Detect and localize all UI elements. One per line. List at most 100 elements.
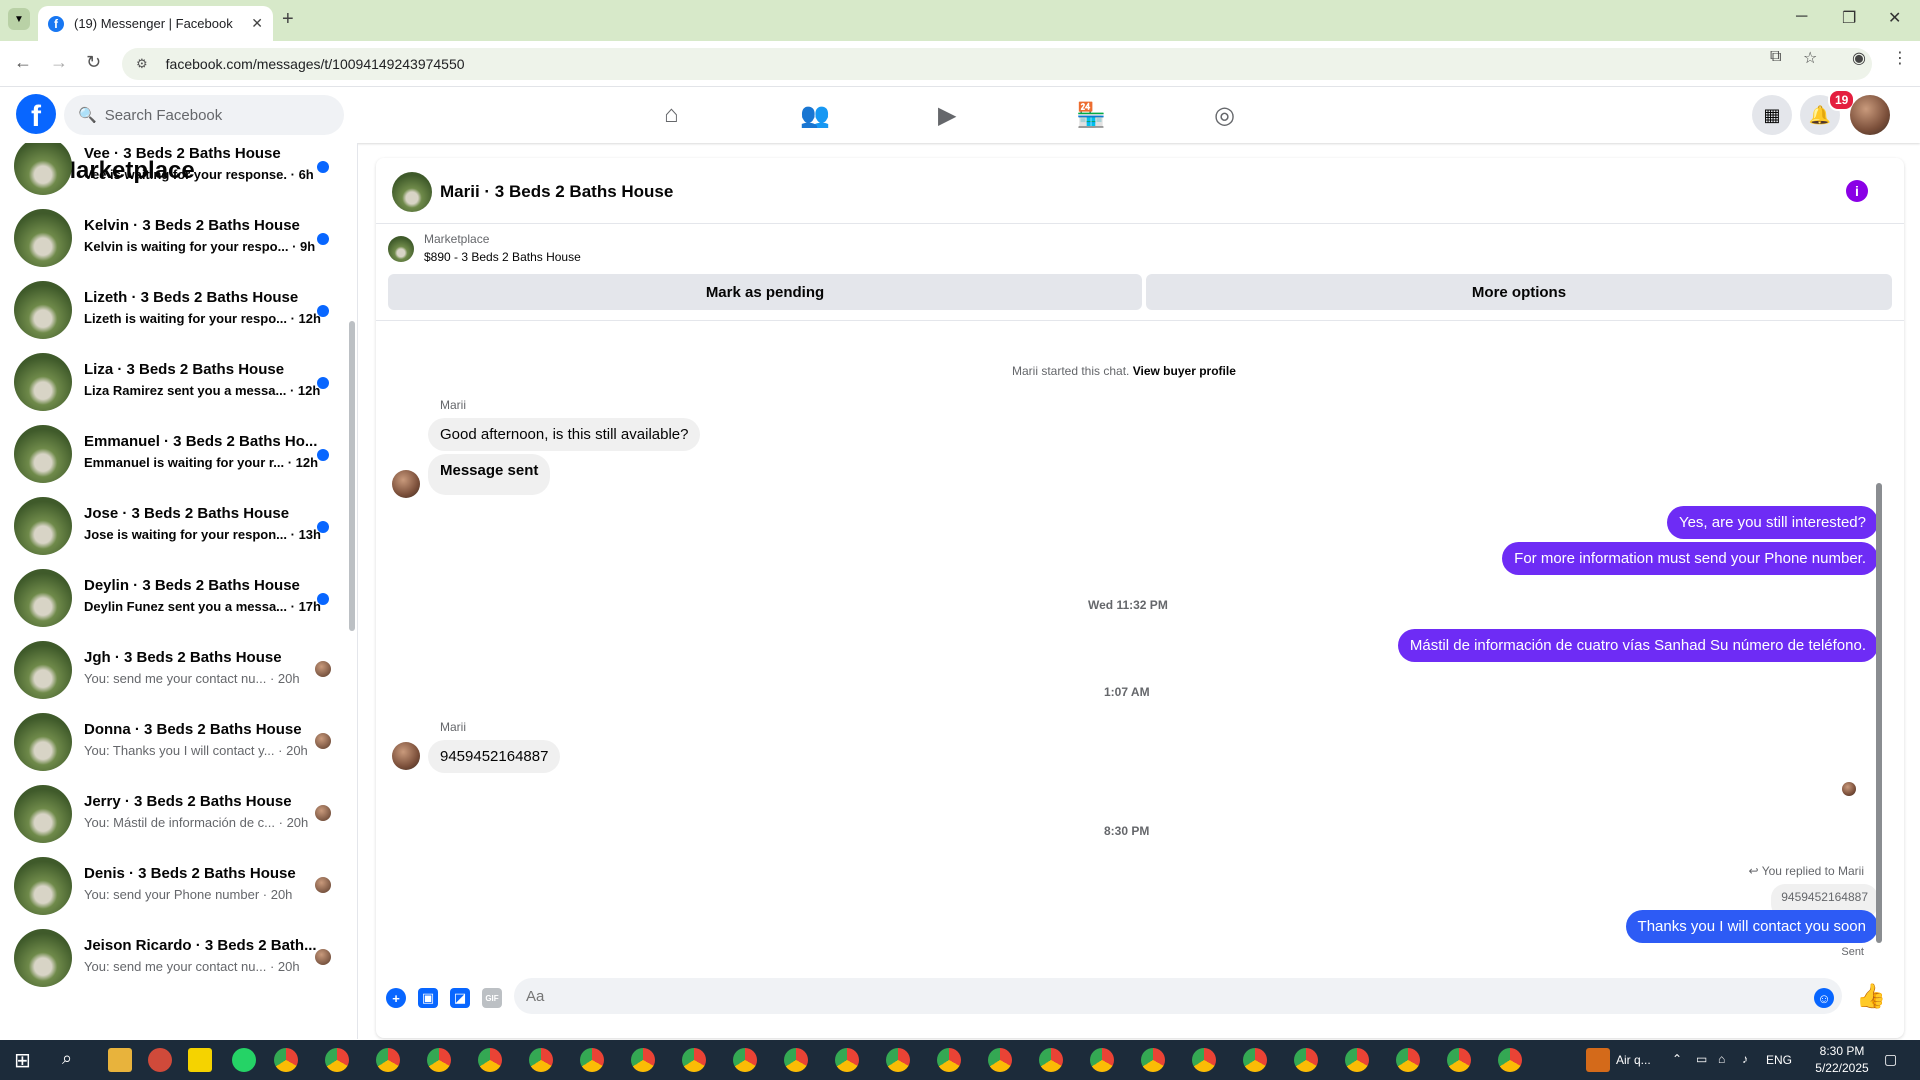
conversation-item[interactable]: Lizeth · 3 Beds 2 Baths House Lizeth is w… <box>14 275 334 347</box>
chrome-taskbar-icon[interactable] <box>1141 1048 1165 1072</box>
menu-dots-icon[interactable]: ⋮ <box>1892 48 1908 68</box>
sticky-notes-icon[interactable] <box>188 1048 212 1072</box>
chrome-taskbar-icon[interactable] <box>1345 1048 1369 1072</box>
gif-icon[interactable]: GIF <box>482 988 502 1008</box>
thumbs-up-icon[interactable]: 👍 <box>1856 982 1886 1011</box>
mark-as-pending-button[interactable]: Mark as pending <box>388 274 1142 310</box>
message-in[interactable]: Message sent <box>428 454 551 495</box>
close-tab-icon[interactable]: ✕ <box>251 15 263 32</box>
tray-network-icon[interactable]: ⌂ <box>1718 1052 1725 1066</box>
tab-search-icon[interactable]: ▼ <box>8 8 30 30</box>
message-input[interactable] <box>514 978 1842 1014</box>
message-out[interactable]: Yes, are you still interested? <box>1666 506 1878 539</box>
scrollbar[interactable] <box>349 321 355 631</box>
chrome-taskbar-icon[interactable] <box>325 1048 349 1072</box>
weather-label[interactable]: Air q... <box>1616 1053 1651 1067</box>
plus-icon[interactable]: + <box>386 988 406 1008</box>
image-icon[interactable]: ▣ <box>418 988 438 1008</box>
weather-icon[interactable] <box>1586 1048 1610 1072</box>
chrome-taskbar-icon[interactable] <box>1294 1048 1318 1072</box>
chrome-taskbar-icon[interactable] <box>1243 1048 1267 1072</box>
install-app-icon[interactable]: ⧉ <box>1770 48 1781 66</box>
more-options-button[interactable]: More options <box>1146 274 1892 310</box>
sender-avatar[interactable] <box>392 742 420 770</box>
chrome-taskbar-icon[interactable] <box>733 1048 757 1072</box>
conversation-item[interactable]: Deylin · 3 Beds 2 Baths House Deylin Fune… <box>14 563 334 635</box>
friends-icon[interactable]: 👥 <box>800 101 830 130</box>
back-icon[interactable]: ← <box>14 52 32 73</box>
message-in[interactable]: 9459452164887 <box>428 740 561 773</box>
chrome-taskbar-icon[interactable] <box>988 1048 1012 1072</box>
tray-battery-icon[interactable]: ▭ <box>1696 1052 1707 1066</box>
account-avatar[interactable] <box>1850 95 1890 135</box>
chat-title[interactable]: Marii · 3 Beds 2 Baths House <box>440 182 673 202</box>
sender-avatar[interactable] <box>392 470 420 498</box>
groups-icon[interactable]: ◎ <box>1214 101 1235 130</box>
conversation-item[interactable]: Vee · 3 Beds 2 Baths House Vee is waiting… <box>14 143 334 203</box>
chrome-taskbar-icon[interactable] <box>376 1048 400 1072</box>
chrome-taskbar-icon[interactable] <box>1192 1048 1216 1072</box>
view-buyer-profile-link[interactable]: View buyer profile <box>1133 364 1236 378</box>
whatsapp-icon[interactable] <box>232 1048 256 1072</box>
message-out[interactable]: Mástil de información de cuatro vías San… <box>1397 629 1878 662</box>
tray-volume-icon[interactable]: ♪ <box>1742 1052 1748 1066</box>
emoji-icon[interactable]: ☺ <box>1814 988 1834 1008</box>
message-out[interactable]: For more information must send your Phon… <box>1502 542 1878 575</box>
restore-icon[interactable]: ❐ <box>1842 8 1856 28</box>
facebook-logo-icon[interactable]: f <box>16 94 56 134</box>
browser-tab[interactable]: f (19) Messenger | Facebook ✕ <box>38 6 273 41</box>
tray-chevron-icon[interactable]: ⌃ <box>1672 1052 1682 1066</box>
home-icon[interactable]: ⌂ <box>664 101 679 129</box>
message-in[interactable]: Good afternoon, is this still available? <box>428 418 701 451</box>
chat-scrollbar[interactable] <box>1876 483 1882 943</box>
search-icon[interactable]: ⌕ <box>62 1048 72 1069</box>
chrome-taskbar-icon[interactable] <box>631 1048 655 1072</box>
chat-avatar[interactable] <box>392 172 432 212</box>
url-bar[interactable]: ⚙ facebook.com/messages/t/10094149243974… <box>122 48 1872 80</box>
conversation-item[interactable]: Liza · 3 Beds 2 Baths House Liza Ramirez … <box>14 347 334 419</box>
clock-date[interactable]: 5/22/2025 <box>1810 1061 1874 1075</box>
forward-icon[interactable]: → <box>50 52 68 73</box>
profile-icon[interactable]: ◉ <box>1852 48 1866 68</box>
minimize-icon[interactable]: ─ <box>1796 8 1807 26</box>
listing-title[interactable]: $890 - 3 Beds 2 Baths House <box>424 250 581 264</box>
search-input[interactable]: 🔍 Search Facebook <box>64 95 344 135</box>
conversation-item[interactable]: Emmanuel · 3 Beds 2 Baths Ho... Emmanuel … <box>14 419 334 491</box>
new-tab-icon[interactable]: + <box>282 8 294 31</box>
conversation-item[interactable]: Jose · 3 Beds 2 Baths House Jose is waiti… <box>14 491 334 563</box>
conversation-item[interactable]: Donna · 3 Beds 2 Baths House You: Thanks … <box>14 707 334 779</box>
file-explorer-icon[interactable] <box>108 1048 132 1072</box>
site-info-icon[interactable]: ⚙ <box>136 56 148 72</box>
bookmark-star-icon[interactable]: ☆ <box>1803 48 1817 68</box>
menu-grid-icon[interactable]: ▦ <box>1752 95 1792 135</box>
chrome-taskbar-icon[interactable] <box>1447 1048 1471 1072</box>
clock-time[interactable]: 8:30 PM <box>1810 1044 1874 1058</box>
chrome-taskbar-icon[interactable] <box>529 1048 553 1072</box>
notifications-icon[interactable]: ▢ <box>1884 1051 1897 1068</box>
chrome-taskbar-icon[interactable] <box>835 1048 859 1072</box>
listing-thumbnail[interactable] <box>388 236 414 262</box>
reload-icon[interactable]: ↻ <box>86 52 101 73</box>
windows-start-icon[interactable]: ⊞ <box>14 1048 31 1073</box>
chrome-taskbar-icon[interactable] <box>1090 1048 1114 1072</box>
chrome-taskbar-icon[interactable] <box>784 1048 808 1072</box>
chrome-taskbar-icon[interactable] <box>478 1048 502 1072</box>
conversation-item[interactable]: Kelvin · 3 Beds 2 Baths House Kelvin is w… <box>14 203 334 275</box>
conversation-item[interactable]: Jerry · 3 Beds 2 Baths House You: Mástil … <box>14 779 334 851</box>
info-icon[interactable]: i <box>1846 180 1868 202</box>
conversation-item[interactable]: Jeison Ricardo · 3 Beds 2 Bath... You: se… <box>14 923 334 995</box>
conversation-item[interactable]: Denis · 3 Beds 2 Baths House You: send yo… <box>14 851 334 923</box>
chrome-taskbar-icon[interactable] <box>1396 1048 1420 1072</box>
chrome-taskbar-icon[interactable] <box>682 1048 706 1072</box>
chrome-taskbar-icon[interactable] <box>427 1048 451 1072</box>
chrome-taskbar-icon[interactable] <box>937 1048 961 1072</box>
video-icon[interactable]: ▶ <box>938 101 956 130</box>
close-window-icon[interactable]: ✕ <box>1888 8 1901 28</box>
sticker-icon[interactable]: ◪ <box>450 988 470 1008</box>
marketplace-icon[interactable]: 🏪 <box>1076 101 1106 130</box>
chrome-taskbar-icon[interactable] <box>886 1048 910 1072</box>
chrome-taskbar-icon[interactable] <box>580 1048 604 1072</box>
app-icon[interactable] <box>148 1048 172 1072</box>
conversation-item[interactable]: Jgh · 3 Beds 2 Baths House You: send me y… <box>14 635 334 707</box>
message-out[interactable]: Thanks you I will contact you soon <box>1625 910 1878 943</box>
